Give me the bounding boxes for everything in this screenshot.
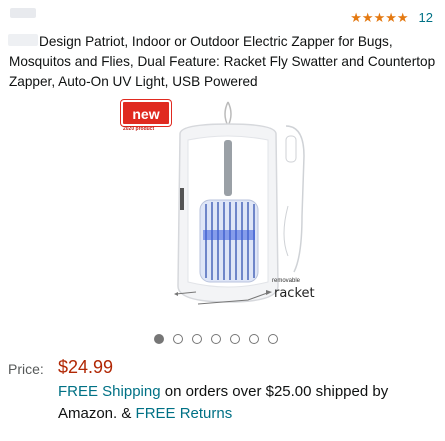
carousel-dot[interactable] (192, 334, 202, 344)
badge-subtext: 2020 product (123, 126, 155, 132)
star-icon: ★ (361, 9, 374, 25)
carousel-dot[interactable] (173, 334, 183, 344)
carousel-dot[interactable] (230, 334, 240, 344)
star-icon: ★ (350, 9, 362, 25)
carousel-dot[interactable] (211, 334, 221, 344)
new-badge: new (121, 100, 171, 126)
rating[interactable]: ★ ★ ★ ★ ★ 12 (350, 10, 433, 25)
rating-count-link[interactable]: 12 (419, 10, 433, 25)
carousel-dot[interactable] (249, 334, 259, 344)
star-rating[interactable]: ★ ★ ★ ★ ★ (350, 9, 409, 25)
free-shipping-link[interactable]: FREE Shipping (58, 383, 161, 400)
star-icon: ★ (396, 9, 409, 25)
carousel-dot[interactable] (154, 334, 164, 344)
price-label: Price: (8, 361, 44, 377)
product-image[interactable]: new 2020 product removable racket (118, 96, 328, 318)
shipping-info: FREE Shipping on orders over $25.00 ship… (58, 381, 438, 425)
star-icon: ★ (373, 9, 386, 25)
carousel-dot[interactable] (268, 334, 278, 344)
free-returns-link[interactable]: FREE Returns (136, 405, 233, 422)
racket-label: racket (274, 286, 315, 301)
product-title-text: Design Patriot, Indoor or Outdoor Electr… (9, 34, 436, 89)
price-value: $24.99 (58, 357, 114, 377)
star-icon: ★ (385, 9, 397, 25)
product-title: Design Patriot, Indoor or Outdoor Electr… (9, 32, 439, 92)
brand-logo-blurred (10, 8, 36, 18)
removable-label: removable (272, 278, 301, 284)
image-carousel-dots[interactable] (154, 334, 278, 344)
